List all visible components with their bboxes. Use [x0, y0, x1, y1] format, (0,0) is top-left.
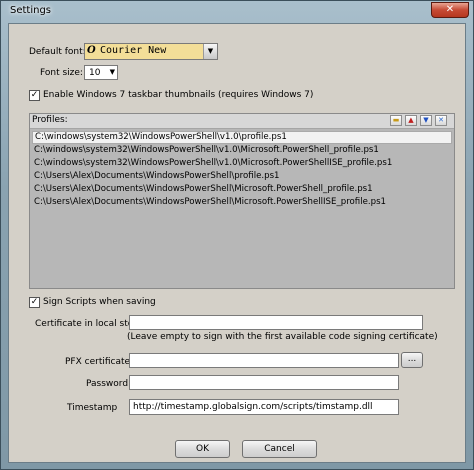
list-item[interactable]: C:\windows\system32\WindowsPowerShell\v1…: [32, 157, 452, 170]
font-type-icon: O: [87, 45, 96, 56]
window-title: Settings: [10, 5, 52, 16]
default-font-select[interactable]: O Courier New ▼: [84, 43, 218, 60]
browse-button[interactable]: ...: [401, 352, 423, 368]
pfx-certificate-input[interactable]: [129, 353, 399, 368]
taskbar-thumbnails-label: Enable Windows 7 taskbar thumbnails (req…: [43, 90, 314, 100]
settings-panel: Default font: O Courier New ▼ Font size:…: [8, 23, 466, 463]
timestamp-input[interactable]: http://timestamp.globalsign.com/scripts/…: [129, 399, 399, 415]
list-item[interactable]: C:\Users\Alex\Documents\WindowsPowerShel…: [32, 170, 452, 183]
remove-icon[interactable]: ✕: [435, 115, 447, 126]
profiles-list: C:\windows\system32\WindowsPowerShell\v1…: [32, 131, 452, 209]
list-item[interactable]: C:\Users\Alex\Documents\WindowsPowerShel…: [32, 196, 452, 209]
default-font-value: Courier New: [100, 45, 167, 56]
title-bar[interactable]: Settings ✕: [1, 1, 473, 23]
certificate-input[interactable]: [129, 315, 423, 330]
sign-scripts-checkbox[interactable]: ✓: [29, 297, 40, 308]
close-button[interactable]: ✕: [431, 2, 469, 18]
list-item[interactable]: C:\Users\Alex\Documents\WindowsPowerShel…: [32, 183, 452, 196]
ok-button[interactable]: OK: [175, 440, 230, 458]
chevron-down-icon[interactable]: ▼: [203, 44, 217, 59]
font-size-select[interactable]: 10 ▼: [84, 65, 118, 80]
password-input[interactable]: [129, 375, 399, 390]
profiles-panel: Profiles: ▬ ▲ ▼ ✕ C:\windows\system32\Wi…: [29, 113, 455, 289]
pfx-certificate-label: PFX certificate:: [65, 357, 134, 367]
profiles-header: Profiles: ▬ ▲ ▼ ✕: [30, 114, 454, 129]
list-item[interactable]: C:\windows\system32\WindowsPowerShell\v1…: [32, 131, 452, 144]
chevron-down-icon: ▼: [109, 68, 115, 76]
timestamp-label: Timestamp: [67, 403, 118, 413]
taskbar-thumbnails-checkbox[interactable]: ✓: [29, 90, 40, 101]
font-size-value: 10: [89, 68, 101, 78]
up-arrow-icon[interactable]: ▲: [405, 115, 417, 126]
cancel-button[interactable]: Cancel: [242, 440, 317, 458]
down-arrow-icon[interactable]: ▼: [420, 115, 432, 126]
default-font-label: Default font:: [29, 47, 86, 57]
settings-window: Settings ✕ Default font: O Courier New ▼…: [0, 0, 474, 470]
folder-open-icon[interactable]: ▬: [390, 115, 402, 126]
certificate-hint: (Leave empty to sign with the first avai…: [127, 332, 438, 342]
sign-scripts-label: Sign Scripts when saving: [43, 297, 156, 307]
close-icon: ✕: [445, 4, 455, 15]
font-size-label: Font size:: [40, 68, 83, 78]
password-label: Password:: [86, 379, 132, 389]
list-item[interactable]: C:\windows\system32\WindowsPowerShell\v1…: [32, 144, 452, 157]
profiles-title: Profiles:: [32, 115, 68, 125]
